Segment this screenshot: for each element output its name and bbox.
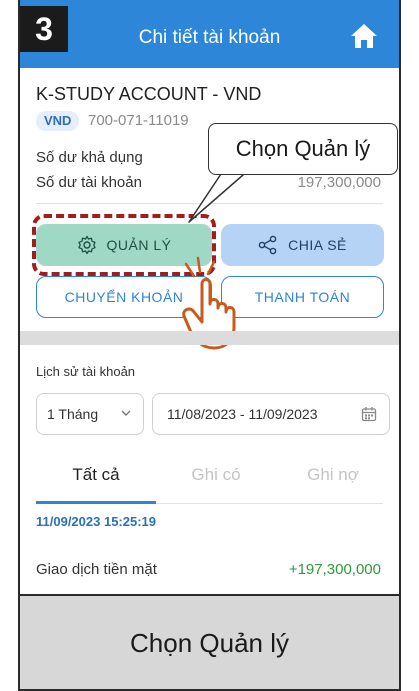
- home-icon[interactable]: [349, 22, 379, 50]
- tab-credit[interactable]: Ghi có: [156, 465, 276, 485]
- account-balance-value: 197,300,000: [297, 174, 381, 191]
- transaction-name[interactable]: Giao dịch tiền mặt: [36, 561, 157, 578]
- tab-all[interactable]: Tất cả: [36, 465, 156, 485]
- share-icon: [258, 235, 277, 255]
- available-balance-label: Số dư khả dụng: [36, 149, 143, 166]
- account-balance-label: Số dư tài khoản: [36, 174, 142, 191]
- date-range-value: 11/08/2023 - 11/09/2023: [167, 406, 318, 422]
- period-select-value: 1 Tháng: [47, 406, 99, 422]
- top-bar: 3 Chi tiết tài khoản: [20, 0, 399, 68]
- transaction-datetime: 11/09/2023 15:25:19: [36, 514, 156, 529]
- tab-debit[interactable]: Ghi nợ: [276, 465, 390, 485]
- share-button-label: CHIA SẺ: [288, 237, 347, 253]
- screen-frame: 3 Chi tiết tài khoản K-STUDY ACCOUNT - V…: [18, 0, 401, 691]
- currency-badge: VND: [36, 111, 80, 131]
- callout-tail: [188, 168, 252, 223]
- calendar-icon: [361, 407, 377, 422]
- section-separator: [20, 331, 399, 345]
- account-number: 700-071-11019: [88, 112, 189, 129]
- period-select[interactable]: 1 Tháng: [36, 393, 144, 435]
- active-tab-indicator: [36, 501, 156, 504]
- callout-bubble: Chọn Quản lý: [208, 123, 398, 175]
- date-range-input[interactable]: 11/08/2023 - 11/09/2023: [152, 393, 390, 435]
- history-title: Lịch sử tài khoản: [36, 364, 136, 379]
- page-title: Chi tiết tài khoản: [138, 27, 281, 48]
- instruction-caption: Chọn Quản lý: [20, 594, 399, 689]
- account-name: K-STUDY ACCOUNT - VND: [36, 84, 262, 104]
- chevron-down-icon: [121, 410, 131, 416]
- transaction-amount: +197,300,000: [288, 561, 381, 578]
